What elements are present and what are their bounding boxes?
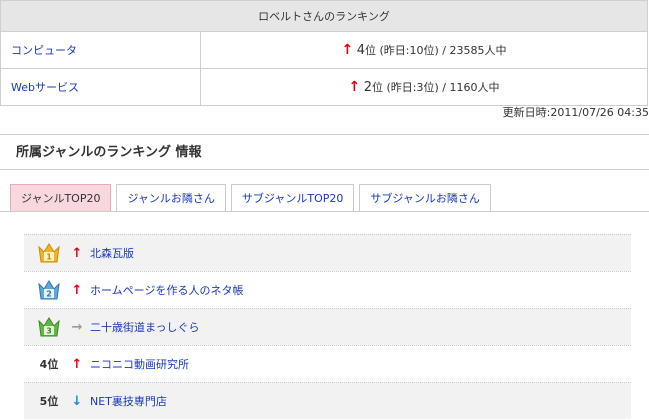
site-link[interactable]: 北森瓦版 bbox=[90, 245, 134, 261]
ranking-row: Webサービス ↑ 2位 (昨日:3位) / 1160人中 bbox=[0, 68, 648, 106]
rank-prev: (昨日:3位) bbox=[386, 81, 439, 94]
silver-crown-icon: 2 bbox=[32, 275, 66, 305]
ranking-title: ロベルトさんのランキング bbox=[0, 0, 648, 32]
site-link[interactable]: NET裏技専門店 bbox=[90, 393, 167, 409]
site-link[interactable]: ニコニコ動画研究所 bbox=[90, 356, 189, 372]
up-arrow-icon: ↑ bbox=[341, 42, 354, 58]
category-link-webservice[interactable]: Webサービス bbox=[11, 81, 79, 94]
category-link-computer[interactable]: コンピュータ bbox=[11, 44, 77, 57]
svg-text:2: 2 bbox=[46, 290, 52, 299]
list-item: 5位 ↓ NET裏技専門店 bbox=[24, 382, 631, 419]
rank-cell: ↑ 4位 (昨日:10位) / 23585人中 bbox=[200, 31, 648, 69]
rank-value: 2 bbox=[363, 80, 372, 95]
ranking-table: ロベルトさんのランキング コンピュータ ↑ 4位 (昨日:10位) / 2358… bbox=[0, 0, 648, 106]
up-arrow-icon: ↑ bbox=[348, 79, 361, 95]
rank-total: / 23585人中 bbox=[438, 44, 507, 57]
ranking-row: コンピュータ ↑ 4位 (昨日:10位) / 23585人中 bbox=[0, 31, 648, 69]
genre-tabs: ジャンルTOP20 ジャンルお隣さん サブジャンルTOP20 サブジャンルお隣さ… bbox=[10, 184, 491, 211]
tab-genre-top20[interactable]: ジャンルTOP20 bbox=[10, 184, 112, 211]
tab-subgenre-top20[interactable]: サブジャンルTOP20 bbox=[230, 184, 355, 211]
tab-genre-neighbors[interactable]: ジャンルお隣さん bbox=[116, 184, 226, 211]
rank-suffix: 位 bbox=[365, 44, 376, 57]
up-arrow-icon: ↑ bbox=[71, 245, 83, 261]
section-title: 所属ジャンルのランキング 情報 bbox=[0, 134, 649, 170]
rank-total: / 1160人中 bbox=[438, 81, 500, 94]
updated-label: 更新日時: bbox=[502, 106, 551, 119]
bronze-crown-icon: 3 bbox=[32, 312, 66, 342]
genre-ranking-list: 1 ↑ 北森瓦版 2 ↑ ホームページを作る人のネタ帳 3 → 二十歳街道まっし… bbox=[24, 234, 631, 419]
list-item: 3 → 二十歳街道まっしぐら bbox=[24, 308, 631, 345]
rank-position: 5位 bbox=[39, 395, 59, 408]
updated-value: 2011/07/26 04:35 bbox=[550, 106, 649, 119]
svg-text:3: 3 bbox=[46, 327, 52, 336]
updated-timestamp: 更新日時:2011/07/26 04:35 bbox=[503, 104, 649, 120]
gold-crown-icon: 1 bbox=[32, 238, 66, 268]
svg-text:1: 1 bbox=[46, 253, 52, 262]
down-arrow-icon: ↓ bbox=[71, 393, 83, 409]
list-item: 1 ↑ 北森瓦版 bbox=[24, 234, 631, 271]
tab-subgenre-neighbors[interactable]: サブジャンルお隣さん bbox=[359, 184, 491, 211]
list-item: 4位 ↑ ニコニコ動画研究所 bbox=[24, 345, 631, 382]
site-link[interactable]: 二十歳街道まっしぐら bbox=[90, 319, 200, 335]
up-arrow-icon: ↑ bbox=[71, 356, 83, 372]
rank-value: 4 bbox=[356, 43, 365, 58]
list-item: 2 ↑ ホームページを作る人のネタ帳 bbox=[24, 271, 631, 308]
flat-arrow-icon: → bbox=[71, 319, 83, 335]
site-link[interactable]: ホームページを作る人のネタ帳 bbox=[90, 282, 243, 298]
rank-position: 4位 bbox=[39, 358, 59, 371]
up-arrow-icon: ↑ bbox=[71, 282, 83, 298]
rank-suffix: 位 bbox=[372, 81, 383, 94]
rank-prev: (昨日:10位) bbox=[379, 44, 439, 57]
rank-cell: ↑ 2位 (昨日:3位) / 1160人中 bbox=[200, 68, 648, 106]
